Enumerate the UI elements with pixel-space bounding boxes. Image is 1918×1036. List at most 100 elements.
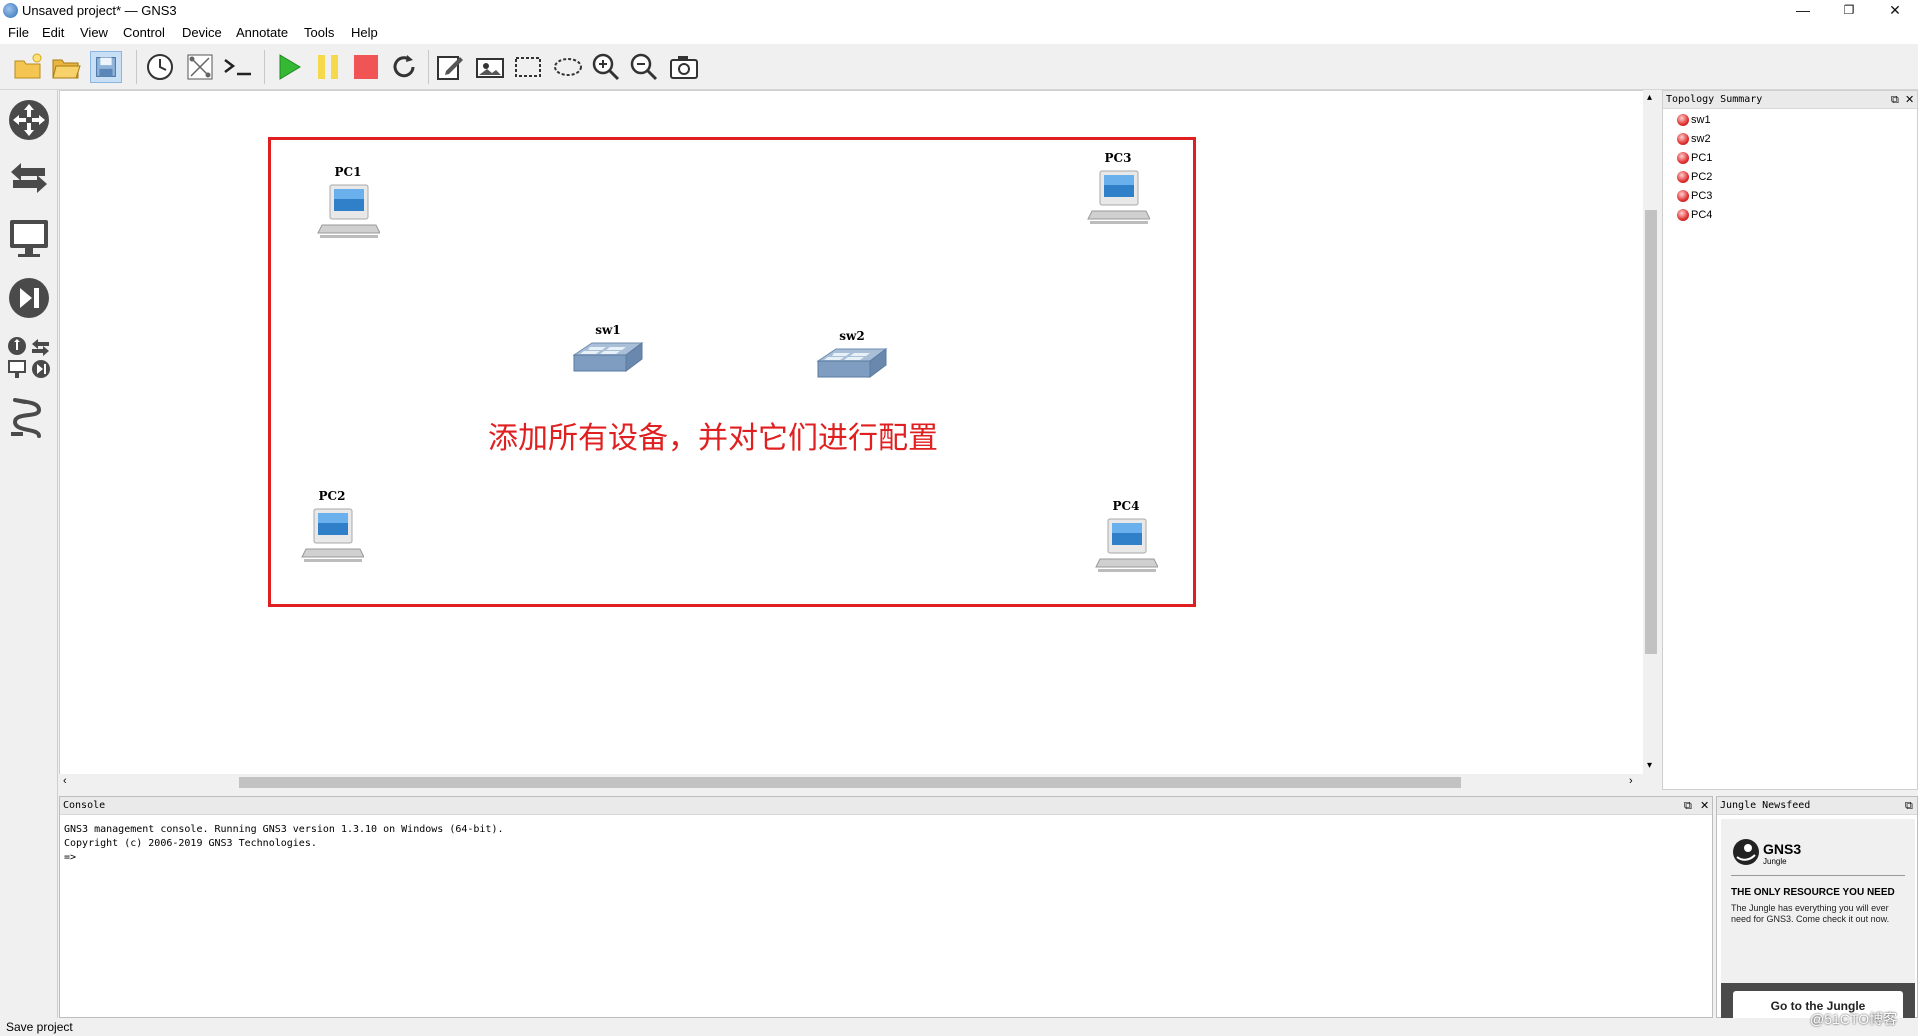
console-dock: Console ⧉ ✕ GNS3 management console. Run… [59, 796, 1713, 1018]
horizontal-scroll-thumb[interactable] [239, 777, 1461, 788]
device-pc3[interactable]: PC3 [1078, 151, 1158, 230]
jungle-newsfeed-dock: Jungle Newsfeed ⧉ GNS3 Jungle THE ONLY R… [1716, 796, 1918, 1031]
scroll-right-icon[interactable]: › [1629, 775, 1633, 787]
snapshot-clock-icon[interactable] [144, 51, 176, 83]
console-all-icon[interactable] [222, 51, 254, 83]
device-pc1[interactable]: PC1 [308, 165, 388, 244]
menu-tools[interactable]: Tools [304, 25, 334, 40]
device-label: PC2 [318, 489, 346, 503]
device-label: sw1 [595, 323, 621, 337]
save-project-icon[interactable] [90, 51, 122, 83]
topology-summary-title: Topology Summary [1663, 91, 1917, 109]
device-label: sw2 [839, 329, 865, 343]
stopped-status-icon [1677, 171, 1689, 183]
draw-rectangle-icon[interactable] [512, 51, 544, 83]
console-output[interactable]: GNS3 management console. Running GNS3 ve… [64, 823, 504, 865]
device-pc4[interactable]: PC4 [1086, 499, 1166, 578]
add-note-icon[interactable] [434, 51, 466, 83]
topology-item[interactable]: PC4 [1677, 206, 1712, 224]
float-dock-icon[interactable]: ⧉ [1905, 797, 1913, 815]
newsfeed-description: The Jungle has everything you will ever … [1731, 903, 1890, 924]
jungle-newsfeed-title: Jungle Newsfeed [1717, 797, 1917, 815]
security-devices-icon[interactable] [5, 274, 53, 322]
stopped-status-icon [1677, 114, 1689, 126]
restore-button[interactable]: ❐ [1826, 0, 1872, 22]
device-pc2[interactable]: PC2 [292, 489, 372, 568]
close-button[interactable]: ✕ [1872, 0, 1918, 22]
annotation-text[interactable]: 添加所有设备，并对它们进行配置 [488, 413, 938, 457]
menu-file[interactable]: File [8, 25, 29, 40]
switches-icon[interactable] [5, 154, 53, 202]
scroll-down-icon[interactable]: ▾ [1647, 760, 1652, 771]
float-dock-icon[interactable]: ⧉ [1684, 797, 1692, 815]
ethernet-switch-icon [816, 348, 888, 378]
jungle-content: GNS3 Jungle THE ONLY RESOURCE YOU NEED T… [1721, 819, 1915, 1031]
computer-icon [1087, 170, 1151, 224]
newsfeed-headline: THE ONLY RESOURCE YOU NEED [1731, 887, 1895, 898]
vertical-scroll-thumb[interactable] [1645, 210, 1657, 654]
open-project-icon[interactable] [50, 51, 82, 83]
gns3-app-icon [3, 3, 18, 18]
menu-edit[interactable]: Edit [42, 25, 64, 40]
device-label: PC1 [334, 165, 362, 179]
reload-all-icon[interactable] [388, 51, 420, 83]
topology-item[interactable]: PC2 [1677, 168, 1712, 186]
stopped-status-icon [1677, 133, 1689, 145]
topology-item[interactable]: PC3 [1677, 187, 1712, 205]
annotation-rectangle[interactable] [268, 137, 1196, 607]
logo-subtext: Jungle [1763, 857, 1787, 866]
all-devices-icon[interactable] [5, 334, 53, 382]
device-sw1[interactable]: sw1 [568, 323, 648, 384]
console-line: GNS3 management console. Running GNS3 ve… [64, 824, 504, 835]
stop-all-icon[interactable] [350, 51, 382, 83]
menu-view[interactable]: View [80, 25, 108, 40]
menu-bar: File Edit View Control Device Annotate T… [0, 22, 1918, 44]
show-interface-labels-icon[interactable] [184, 51, 216, 83]
screenshot-camera-icon[interactable] [668, 51, 700, 83]
ethernet-switch-icon [572, 342, 644, 372]
menu-control[interactable]: Control [123, 25, 165, 40]
zoom-in-icon[interactable] [590, 51, 622, 83]
canvas-horizontal-scrollbar[interactable]: ‹ › [59, 774, 1643, 790]
device-label: PC4 [1112, 499, 1140, 513]
scroll-up-icon[interactable]: ▴ [1647, 92, 1652, 103]
close-dock-icon[interactable]: ✕ [1700, 797, 1709, 815]
device-label: PC3 [1104, 151, 1132, 165]
close-dock-icon[interactable]: ✕ [1905, 91, 1914, 109]
window-title: Unsaved project* — GNS3 [22, 3, 177, 18]
stopped-status-icon [1677, 190, 1689, 202]
topology-item[interactable]: PC1 [1677, 149, 1712, 167]
watermark: @51CTO博客 [1810, 1011, 1898, 1027]
menu-device[interactable]: Device [182, 25, 222, 40]
float-dock-icon[interactable]: ⧉ [1891, 91, 1899, 109]
title-bar: Unsaved project* — GNS3 — ❐ ✕ [0, 0, 1918, 22]
scroll-left-icon[interactable]: ‹ [63, 775, 67, 787]
insert-picture-icon[interactable] [474, 51, 506, 83]
zoom-out-icon[interactable] [628, 51, 660, 83]
menu-help[interactable]: Help [351, 25, 378, 40]
console-prompt: => [64, 852, 77, 863]
canvas-vertical-scrollbar[interactable]: ▴ ▾ [1643, 90, 1659, 790]
status-bar: Save project [0, 1018, 1918, 1036]
device-sw2[interactable]: sw2 [812, 329, 892, 390]
add-link-icon[interactable] [5, 394, 53, 442]
main-toolbar [0, 44, 1918, 90]
console-title: Console [60, 797, 1712, 815]
console-line: Copyright (c) 2006-2019 GNS3 Technologie… [64, 838, 317, 849]
topology-canvas[interactable]: PC1 PC3 sw1 sw2 添加所有设备，并对它们进行配置 PC2 PC4 [59, 90, 1659, 790]
new-project-icon[interactable] [12, 51, 44, 83]
suspend-all-icon[interactable] [312, 51, 344, 83]
minimize-button[interactable]: — [1780, 0, 1826, 22]
topology-summary-dock: Topology Summary ⧉ ✕ sw1 sw2 PC1 PC2 PC3… [1662, 90, 1918, 790]
computer-icon [1095, 518, 1159, 572]
menu-annotate[interactable]: Annotate [236, 25, 288, 40]
routers-icon[interactable] [5, 96, 53, 144]
device-types-dock [0, 90, 58, 1018]
topology-item[interactable]: sw1 [1677, 111, 1711, 129]
end-devices-icon[interactable] [5, 214, 53, 262]
computer-icon [317, 184, 381, 238]
draw-ellipse-icon[interactable] [552, 51, 584, 83]
start-all-icon[interactable] [272, 51, 304, 83]
logo-text: GNS3 [1763, 841, 1802, 857]
topology-item[interactable]: sw2 [1677, 130, 1711, 148]
